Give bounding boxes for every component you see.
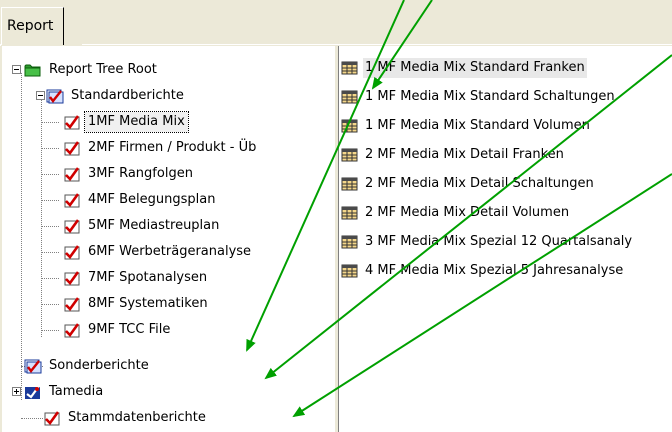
table-report-icon [341, 118, 359, 134]
table-report-icon [341, 234, 359, 250]
report-icon [63, 244, 81, 260]
list-item-label: 2 MF Media Mix Detail Schaltungen [365, 176, 594, 191]
tree-line [41, 304, 59, 305]
tree-node-label: 1MF Media Mix [84, 111, 189, 133]
tree-node-report[interactable]: 7MF Spotanalysen [63, 265, 210, 291]
collapse-toggle-root[interactable] [12, 65, 21, 74]
tree-node-label: Stammdatenberichte [68, 410, 206, 425]
list-item-label: 1 MF Media Mix Standard Schaltungen [365, 89, 615, 104]
list-item-label: 4 MF Media Mix Spezial 5 Jahresanalyse [365, 263, 624, 278]
list-item-label: 1 MF Media Mix Standard Franken [363, 58, 587, 78]
table-report-icon [341, 147, 359, 163]
tree-node-label: 4MF Belegungsplan [88, 192, 216, 207]
tree-node-label: Standardberichte [71, 88, 184, 103]
tree-node-report[interactable]: 9MF TCC File [63, 317, 173, 343]
list-item[interactable]: 4 MF Media Mix Spezial 5 Jahresanalyse [341, 259, 625, 283]
tree-node-report[interactable]: 3MF Rangfolgen [63, 161, 196, 187]
report-icon [63, 114, 81, 130]
list-item[interactable]: 2 MF Media Mix Detail Franken [341, 143, 566, 167]
tree-node-report[interactable]: 2MF Firmen / Produkt - Üb [63, 135, 259, 161]
list-item-label: 2 MF Media Mix Detail Volumen [365, 205, 570, 220]
table-report-icon [341, 263, 359, 279]
tree-node-root[interactable]: Report Tree Root [24, 57, 160, 83]
report-group-icon [24, 384, 42, 400]
expand-toggle-tamedia[interactable] [12, 387, 21, 396]
list-item-label: 1 MF Media Mix Standard Volumen [365, 118, 590, 133]
tree-node-label: 2MF Firmen / Produkt - Üb [88, 140, 257, 155]
report-icon [43, 410, 61, 426]
tree-line [41, 148, 59, 149]
tree-line [41, 252, 59, 253]
tree-node-label: 5MF Mediastreuplan [88, 218, 220, 233]
tree-node-label: 7MF Spotanalysen [88, 270, 208, 285]
tree-line [41, 330, 59, 331]
tree-node-report[interactable]: 4MF Belegungsplan [63, 187, 218, 213]
tree-line [41, 226, 59, 227]
tree-node-label: 6MF Werbeträgeranalyse [88, 244, 252, 259]
report-icon [63, 322, 81, 338]
tree-node-tamedia[interactable]: Tamedia [24, 379, 106, 405]
list-item[interactable]: 3 MF Media Mix Spezial 12 Quartalsanaly [341, 230, 634, 254]
tree-node-label: 3MF Rangfolgen [88, 166, 193, 181]
tree-node-report[interactable]: 6MF Werbeträgeranalyse [63, 239, 254, 265]
report-list[interactable]: 1 MF Media Mix Standard Franken 1 MF Med… [339, 46, 672, 432]
tree-node-report[interactable]: 8MF Systematiken [63, 291, 211, 317]
list-item[interactable]: 1 MF Media Mix Standard Franken [341, 56, 587, 80]
report-icon [63, 296, 81, 312]
list-item[interactable]: 2 MF Media Mix Detail Volumen [341, 201, 571, 225]
tree-node-label: Report Tree Root [49, 62, 157, 77]
tree-line [41, 122, 59, 123]
tree-node-standardberichte[interactable]: Standardberichte [46, 83, 187, 109]
folder-icon [24, 62, 42, 78]
report-icon [63, 192, 81, 208]
tree-node-label: 9MF TCC File [88, 322, 171, 337]
list-item-label: 2 MF Media Mix Detail Franken [365, 147, 564, 162]
list-item[interactable]: 2 MF Media Mix Detail Schaltungen [341, 172, 596, 196]
tree-node-label: 8MF Systematiken [88, 296, 208, 311]
report-icon [63, 270, 81, 286]
table-report-icon [341, 205, 359, 221]
report-icon [63, 140, 81, 156]
report-tree[interactable]: Report Tree Root Standardberichte 1MF Me… [0, 46, 334, 432]
tab-report[interactable]: Report [1, 7, 65, 45]
tree-node-label: Sonderberichte [49, 358, 149, 373]
tree-line [41, 174, 59, 175]
tree-line [41, 278, 59, 279]
report-group-icon [24, 358, 42, 374]
list-item[interactable]: 1 MF Media Mix Standard Volumen [341, 114, 592, 138]
tree-line [41, 99, 42, 337]
tab-strip: Report [0, 0, 672, 46]
tree-node-label: Tamedia [49, 384, 104, 399]
tab-baseline [82, 44, 672, 45]
report-icon [63, 166, 81, 182]
table-report-icon [341, 60, 359, 76]
table-report-icon [341, 89, 359, 105]
tree-line [41, 200, 59, 201]
tree-node-report[interactable]: 5MF Mediastreuplan [63, 213, 222, 239]
tree-node-sonderberichte[interactable]: Sonderberichte [24, 353, 152, 379]
report-group-icon [46, 88, 64, 104]
collapse-toggle-standardberichte[interactable] [36, 91, 45, 100]
report-icon [63, 218, 81, 234]
tree-node-report[interactable]: 1MF Media Mix [63, 109, 189, 135]
list-item[interactable]: 1 MF Media Mix Standard Schaltungen [341, 85, 617, 109]
tree-node-stammdatenberichte[interactable]: Stammdatenberichte [43, 405, 209, 431]
tree-line [21, 418, 43, 419]
table-report-icon [341, 176, 359, 192]
list-item-label: 3 MF Media Mix Spezial 12 Quartalsanaly [365, 234, 633, 249]
tree-line [21, 73, 22, 400]
